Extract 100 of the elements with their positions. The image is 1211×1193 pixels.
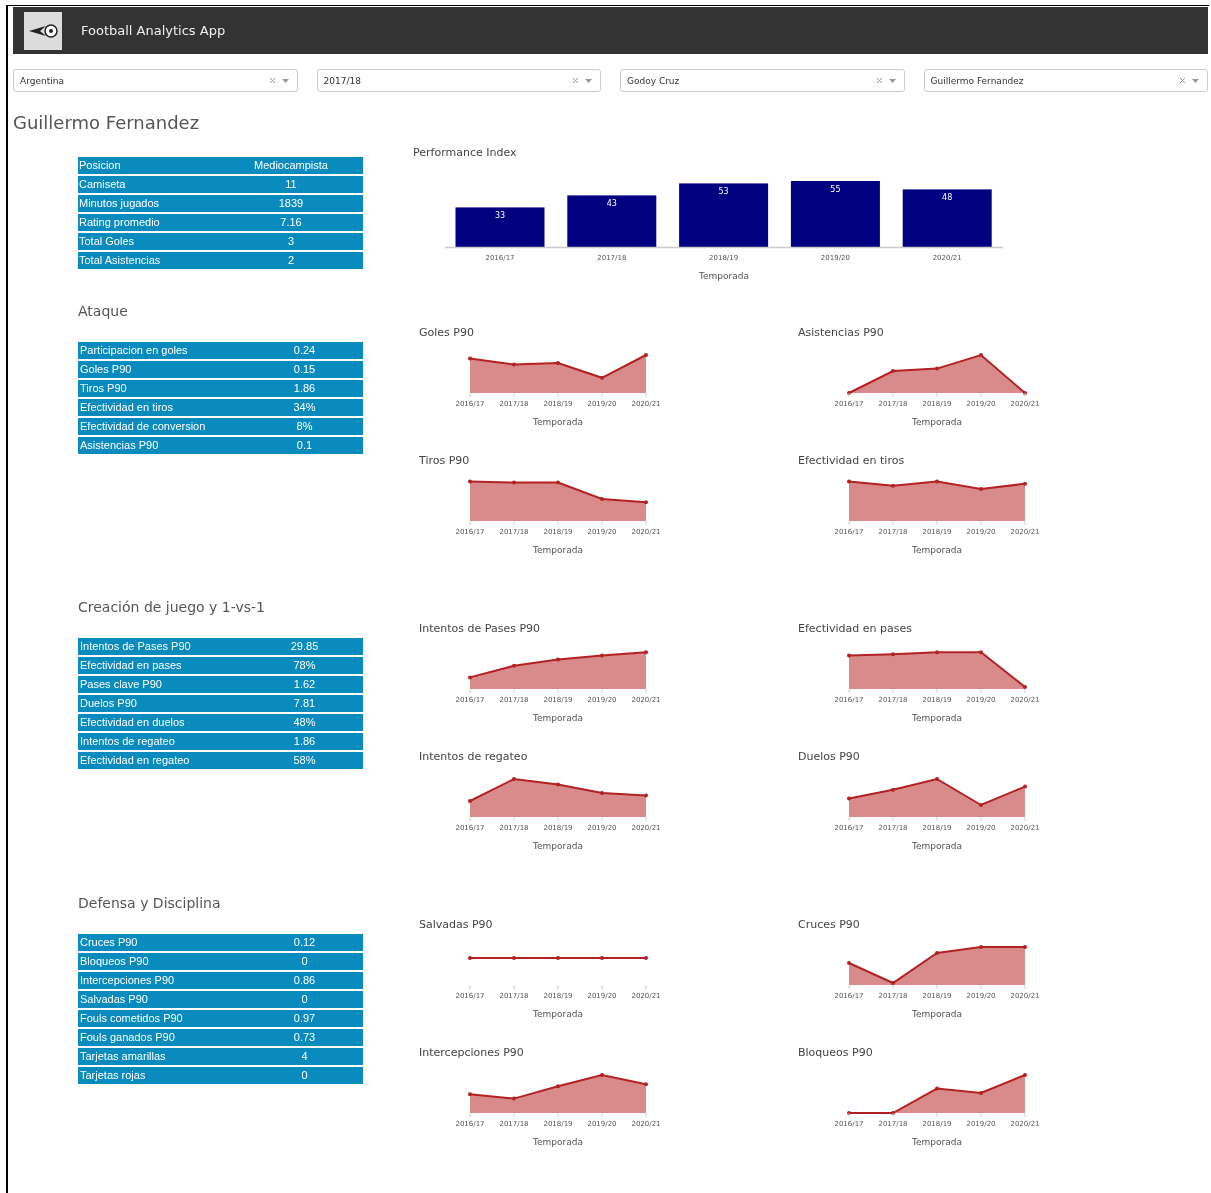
- table-cell-text: Fouls ganados P90: [79, 1030, 176, 1045]
- table-cell-text: 0.97: [292, 1011, 317, 1026]
- table-cell-text: 0.86: [292, 973, 317, 988]
- player-name: Guillermo Fernandez: [13, 112, 201, 135]
- clear-icon[interactable]: [572, 77, 579, 84]
- table-cell-text: Tiros P90: [79, 381, 128, 396]
- table-cell-text: Posicion: [78, 158, 122, 173]
- chart-title: Performance Index: [413, 146, 518, 161]
- table-cell-text: 0.12: [292, 935, 317, 950]
- axis-title: Temporada: [533, 841, 583, 851]
- table-cell-text: 34%: [292, 400, 317, 415]
- data-label: 48: [942, 193, 953, 203]
- caret-icon: [585, 78, 592, 83]
- table-cell-text: 4: [300, 1049, 309, 1064]
- table-cell-text: Rating promedio: [78, 215, 161, 230]
- chart-title: Intentos de Pases P90: [419, 622, 542, 637]
- section-heading: Defensa y Disciplina: [78, 894, 222, 913]
- data-label: 55: [830, 185, 841, 194]
- dropdown[interactable]: Guillermo Fernandez: [923, 69, 1208, 92]
- chart-title: Asistencias P90: [798, 326, 885, 341]
- clear-icon[interactable]: [875, 77, 883, 84]
- ball-logo-icon: [24, 11, 62, 50]
- table-cell-text: Total Asistencias: [78, 253, 162, 268]
- section-heading: Creación de juego y 1-vs-1: [78, 598, 266, 617]
- table-cell-text: Asistencias P90: [79, 438, 160, 453]
- table-cell-text: 0: [300, 954, 309, 969]
- table-cell-text: Intentos de regateo: [79, 734, 176, 749]
- axis-title: Temporada: [533, 1137, 583, 1147]
- table-cell-text: 0.1: [295, 438, 314, 453]
- chart-title: Intercepciones P90: [419, 1046, 525, 1061]
- table-cell-text: Efectividad en regateo: [79, 753, 191, 768]
- app-title: Football Analytics App: [81, 23, 226, 38]
- table-cell-text: 3: [286, 234, 296, 249]
- data-label: 53: [718, 187, 729, 197]
- table-cell-text: 0: [300, 1068, 309, 1083]
- axis-title: Temporada: [699, 271, 749, 281]
- table-cell-text: 7.81: [292, 696, 317, 711]
- table-cell-text: Participacion en goles: [79, 343, 189, 358]
- caret-icon: [1192, 78, 1199, 83]
- table-cell-text: 1.86: [292, 381, 317, 396]
- table-cell-text: 1.62: [292, 677, 317, 692]
- axis-title: Temporada: [533, 545, 583, 555]
- axis-title: Temporada: [533, 1009, 583, 1019]
- table-cell-text: 58%: [292, 753, 317, 768]
- dropdown[interactable]: Argentina: [13, 69, 298, 92]
- chart-title: Tiros P90: [419, 454, 471, 469]
- clear-icon[interactable]: [268, 77, 276, 84]
- chart-title: Bloqueos P90: [798, 1046, 874, 1061]
- table-cell-text: Efectividad en pases: [79, 658, 183, 673]
- table-cell-text: 11: [284, 177, 298, 192]
- table-cell-text: Cruces P90: [79, 935, 139, 950]
- axis-title: Temporada: [912, 841, 962, 851]
- axis-title: Temporada: [533, 417, 583, 427]
- table-cell-text: 29.85: [289, 639, 320, 654]
- caret-icon: [281, 78, 289, 83]
- table-cell-text: 48%: [292, 715, 317, 730]
- chart-title: Goles P90: [419, 326, 475, 341]
- table-cell-text: 0.15: [292, 362, 317, 377]
- table-cell-text: Camiseta: [78, 177, 127, 192]
- table-cell-text: 78%: [292, 658, 317, 673]
- axis-title: Temporada: [912, 1137, 962, 1147]
- dropdown[interactable]: Godoy Cruz: [620, 69, 905, 92]
- table-cell-text: 7.16: [279, 215, 303, 230]
- table-cell-text: Minutos jugados: [78, 196, 161, 211]
- axis-title: Temporada: [912, 713, 962, 723]
- table-cell-text: Tarjetas amarillas: [79, 1049, 167, 1064]
- table-cell-text: Goles P90: [79, 362, 133, 377]
- table-cell-text: Fouls cometidos P90: [79, 1011, 184, 1026]
- chart-title: Cruces P90: [798, 918, 861, 933]
- table-cell-text: Efectividad en duelos: [79, 715, 186, 730]
- table-cell-text: Efectividad en tiros: [79, 400, 174, 415]
- clear-icon[interactable]: [1179, 77, 1186, 84]
- table-cell-text: 0.24: [292, 343, 317, 358]
- table-cell-text: Efectividad de conversion: [79, 419, 207, 434]
- table-cell-text: Bloqueos P90: [79, 954, 150, 969]
- axis-title: Temporada: [533, 713, 583, 723]
- axis-title: Temporada: [912, 417, 962, 427]
- table-cell-text: Duelos P90: [79, 696, 138, 711]
- table-cell-text: 0.73: [292, 1030, 317, 1045]
- data-label: 43: [606, 199, 617, 209]
- section-heading: Ataque: [78, 302, 129, 321]
- table-cell-text: 1.86: [292, 734, 317, 749]
- data-label: 33: [494, 211, 506, 221]
- caret-icon: [888, 78, 896, 83]
- table-cell-text: Total Goles: [78, 234, 136, 249]
- chart-title: Intentos de regateo: [419, 750, 529, 765]
- table-cell-text: 1839: [277, 196, 305, 211]
- chart-title: Salvadas P90: [419, 918, 494, 933]
- table-cell-text: Intentos de Pases P90: [79, 639, 192, 654]
- table-cell-text: 8%: [295, 419, 314, 434]
- axis-title: Temporada: [912, 1009, 962, 1019]
- table-cell-text: Intercepciones P90: [79, 973, 176, 988]
- dropdown[interactable]: 2017/18: [316, 69, 601, 92]
- table-cell-text: Mediocampista: [253, 158, 329, 173]
- axis-title: Temporada: [912, 545, 962, 555]
- table-cell-text: 0: [300, 992, 309, 1007]
- table-cell-text: Pases clave P90: [79, 677, 163, 692]
- chart-title: Duelos P90: [798, 750, 861, 765]
- table-cell-text: 2: [286, 253, 296, 268]
- table-cell-text: Salvadas P90: [79, 992, 149, 1007]
